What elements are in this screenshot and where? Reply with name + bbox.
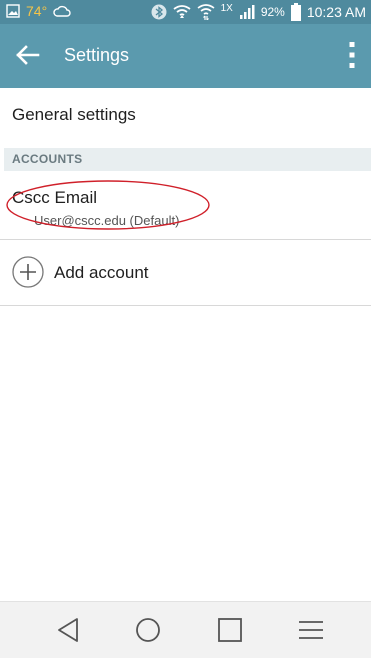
add-account-label: Add account xyxy=(54,263,149,282)
battery-percent-text: 92% xyxy=(260,5,285,19)
menu-lines-icon[interactable] xyxy=(295,614,327,646)
general-settings-item[interactable]: General settings xyxy=(0,92,371,140)
temperature-text: 74° xyxy=(26,3,48,19)
network-type-text: 1X xyxy=(220,2,233,14)
wifi-data-icon xyxy=(197,4,215,20)
system-nav-bar xyxy=(0,601,371,658)
status-bar-right: 1X 92% 10:23 AM xyxy=(151,3,366,21)
time-text: 10:23 AM xyxy=(306,4,366,20)
annotation-ellipse xyxy=(6,180,210,230)
wifi-icon xyxy=(173,5,191,18)
cloud-icon xyxy=(53,5,71,17)
bluetooth-icon xyxy=(151,4,167,20)
app-bar: Settings xyxy=(0,24,371,88)
signal-icon xyxy=(239,5,255,19)
battery-icon xyxy=(290,3,301,21)
divider xyxy=(0,305,371,306)
more-vert-icon[interactable] xyxy=(349,41,355,69)
back-arrow-icon[interactable] xyxy=(14,42,40,68)
account-item-cscc-email[interactable]: Cscc Email User@cscc.edu (Default) xyxy=(0,176,371,238)
status-bar: 74° 1X 92% 10:23 AM xyxy=(0,0,371,24)
home-circle-icon[interactable] xyxy=(132,614,164,646)
add-account-item[interactable]: Add account xyxy=(0,240,371,304)
recents-square-icon[interactable] xyxy=(214,614,246,646)
status-bar-left: 74° xyxy=(6,3,71,19)
general-settings-label: General settings xyxy=(12,105,136,124)
add-circle-icon xyxy=(12,256,44,288)
page-title: Settings xyxy=(64,45,130,65)
image-icon xyxy=(6,4,20,18)
back-triangle-icon[interactable] xyxy=(53,614,85,646)
accounts-section-title: ACCOUNTS xyxy=(12,152,83,166)
accounts-section-header: ACCOUNTS xyxy=(4,148,371,171)
